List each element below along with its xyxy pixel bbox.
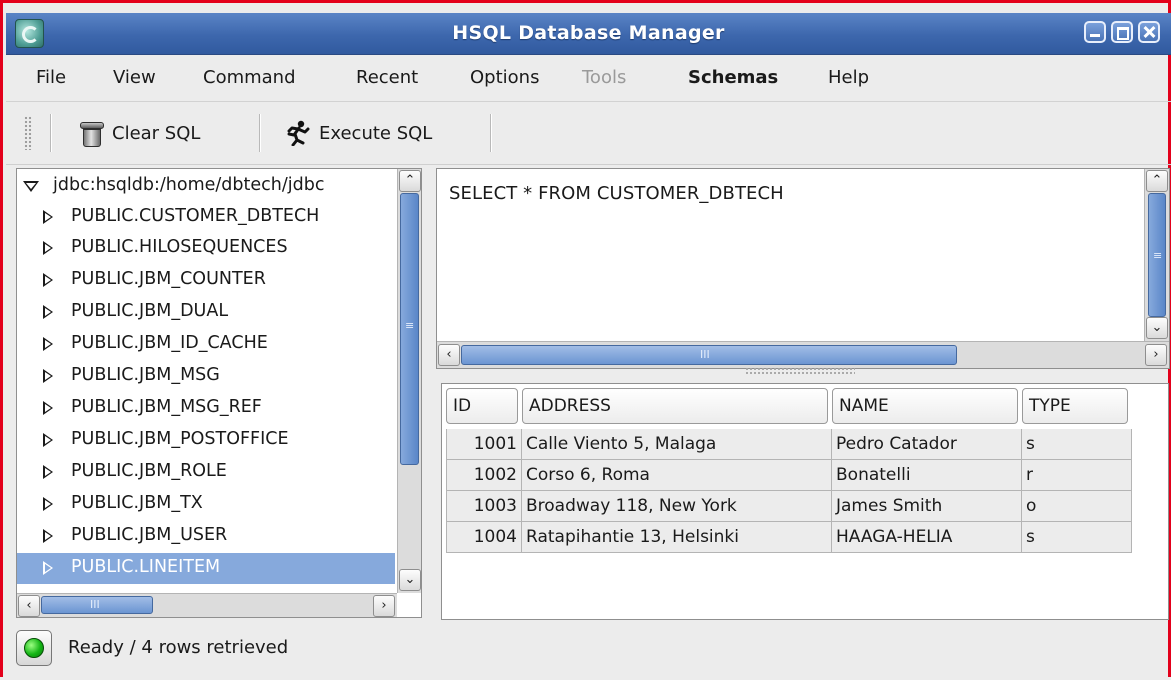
tree-item[interactable]: PUBLIC.CUSTOMER_DBTECH: [17, 202, 395, 233]
status-text: Ready / 4 rows retrieved: [68, 637, 289, 658]
collapsed-triangle-icon[interactable]: [43, 561, 53, 575]
execute-sql-button[interactable]: Execute SQL: [285, 112, 432, 154]
tree-item[interactable]: PUBLIC.HILOSEQUENCES: [17, 233, 395, 264]
menu-options[interactable]: Options: [470, 67, 539, 88]
scroll-thumb[interactable]: III: [41, 596, 153, 614]
collapsed-triangle-icon[interactable]: [43, 337, 53, 351]
sql-editor[interactable]: SELECT * FROM CUSTOMER_DBTECH ⌃ ≡ ⌄ ‹ II…: [436, 168, 1170, 369]
tree-item[interactable]: PUBLIC.JBM_POSTOFFICE: [17, 425, 395, 456]
menu-file[interactable]: File: [36, 67, 66, 88]
tree-item[interactable]: PUBLIC.JBM_COUNTER: [17, 265, 395, 296]
cell-name[interactable]: Bonatelli: [832, 460, 1022, 491]
toolbar: Clear SQL Execute SQL: [6, 101, 1171, 165]
execute-sql-label: Execute SQL: [319, 122, 433, 144]
menu-tools: Tools: [582, 67, 627, 88]
menu-command[interactable]: Command: [203, 67, 296, 88]
title-bar[interactable]: HSQL Database Manager: [6, 13, 1171, 55]
tree-vertical-scrollbar[interactable]: ⌃ ≡ ⌄: [397, 169, 421, 593]
collapsed-triangle-icon[interactable]: [43, 369, 53, 383]
expanded-triangle-icon[interactable]: [23, 181, 39, 192]
toolbar-separator: [490, 114, 491, 152]
scroll-up-button[interactable]: ⌃: [1146, 170, 1168, 192]
scroll-right-button[interactable]: ›: [1145, 344, 1167, 366]
menu-help[interactable]: Help: [828, 67, 869, 88]
split-pane-divider[interactable]: [745, 367, 855, 375]
cell-address[interactable]: Calle Viento 5, Malaga: [522, 429, 832, 460]
collapsed-triangle-icon[interactable]: [43, 497, 53, 511]
cell-name[interactable]: James Smith: [832, 491, 1022, 522]
cell-address[interactable]: Corso 6, Roma: [522, 460, 832, 491]
sql-query-text[interactable]: SELECT * FROM CUSTOMER_DBTECH: [449, 183, 784, 204]
cell-type[interactable]: s: [1022, 522, 1132, 553]
menu-bar: File View Command Recent Options Tools S…: [6, 55, 1171, 99]
schema-tree[interactable]: jdbc:hsqldb:/home/dbtech/jdbc PUBLIC.CUS…: [16, 168, 422, 618]
cell-id[interactable]: 1003: [446, 491, 522, 522]
tree-root-node[interactable]: jdbc:hsqldb:/home/dbtech/jdbc: [17, 171, 395, 202]
sql-vertical-scrollbar[interactable]: ⌃ ≡ ⌄: [1144, 169, 1169, 341]
cell-id[interactable]: 1001: [446, 429, 522, 460]
collapsed-triangle-icon[interactable]: [43, 241, 53, 255]
cell-type[interactable]: o: [1022, 491, 1132, 522]
toolbar-separator: [259, 114, 260, 152]
scroll-up-button[interactable]: ⌃: [399, 170, 421, 192]
tree-item[interactable]: PUBLIC.JBM_MSG: [17, 361, 395, 392]
scroll-down-button[interactable]: ⌄: [399, 569, 421, 591]
cell-id[interactable]: 1004: [446, 522, 522, 553]
app-window: HSQL Database Manager File View Command …: [0, 0, 1171, 677]
trash-can-icon: [80, 120, 104, 147]
scroll-left-button[interactable]: ‹: [18, 595, 40, 617]
clear-sql-button[interactable]: Clear SQL: [80, 112, 200, 154]
tree-item[interactable]: PUBLIC.JBM_USER: [17, 521, 395, 552]
tree-item[interactable]: PUBLIC.JBM_TX: [17, 489, 395, 520]
scroll-left-button[interactable]: ‹: [438, 344, 460, 366]
column-header-type[interactable]: TYPE: [1022, 388, 1128, 424]
toolbar-separator: [50, 114, 51, 152]
scroll-thumb[interactable]: III: [461, 345, 957, 365]
cell-type[interactable]: r: [1022, 460, 1132, 491]
result-table[interactable]: ID ADDRESS NAME TYPE 1001 Calle Viento 5…: [441, 383, 1169, 620]
tree-item[interactable]: PUBLIC.JBM_DUAL: [17, 297, 395, 328]
cell-address[interactable]: Ratapihantie 13, Helsinki: [522, 522, 832, 553]
column-header-id[interactable]: ID: [446, 388, 518, 424]
window-title: HSQL Database Manager: [452, 22, 725, 44]
minimize-button[interactable]: [1084, 21, 1106, 43]
status-indicator-icon: [16, 630, 52, 666]
menu-schemas[interactable]: Schemas: [688, 67, 778, 88]
collapsed-triangle-icon[interactable]: [43, 529, 53, 543]
running-man-icon: [285, 120, 311, 147]
clear-sql-label: Clear SQL: [112, 122, 201, 144]
collapsed-triangle-icon[interactable]: [43, 210, 53, 224]
collapsed-triangle-icon[interactable]: [43, 401, 53, 415]
cell-id[interactable]: 1002: [446, 460, 522, 491]
maximize-button[interactable]: [1111, 21, 1133, 43]
scroll-thumb[interactable]: ≡: [1148, 193, 1166, 317]
cell-name[interactable]: HAAGA-HELIA: [832, 522, 1022, 553]
cell-type[interactable]: s: [1022, 429, 1132, 460]
menu-recent[interactable]: Recent: [356, 67, 418, 88]
cell-address[interactable]: Broadway 118, New York: [522, 491, 832, 522]
tree-item-selected[interactable]: PUBLIC.LINEITEM: [17, 553, 395, 584]
sql-horizontal-scrollbar[interactable]: ‹ III ›: [437, 341, 1169, 368]
column-header-address[interactable]: ADDRESS: [522, 388, 828, 424]
scroll-down-button[interactable]: ⌄: [1146, 317, 1168, 339]
toolbar-grip[interactable]: [24, 116, 32, 150]
scroll-right-button[interactable]: ›: [373, 595, 395, 617]
cell-name[interactable]: Pedro Catador: [832, 429, 1022, 460]
menu-view[interactable]: View: [113, 67, 156, 88]
close-button[interactable]: [1138, 21, 1160, 43]
tree-horizontal-scrollbar[interactable]: ‹ III ›: [17, 593, 397, 617]
tree-item[interactable]: PUBLIC.JBM_MSG_REF: [17, 393, 395, 424]
collapsed-triangle-icon[interactable]: [43, 433, 53, 447]
tree-item[interactable]: PUBLIC.JBM_ROLE: [17, 457, 395, 488]
status-bar: Ready / 4 rows retrieved: [6, 623, 1171, 680]
scroll-thumb[interactable]: ≡: [400, 193, 419, 465]
tree-item[interactable]: PUBLIC.JBM_ID_CACHE: [17, 329, 395, 360]
collapsed-triangle-icon[interactable]: [43, 465, 53, 479]
collapsed-triangle-icon[interactable]: [43, 273, 53, 287]
collapsed-triangle-icon[interactable]: [43, 305, 53, 319]
column-header-name[interactable]: NAME: [832, 388, 1018, 424]
